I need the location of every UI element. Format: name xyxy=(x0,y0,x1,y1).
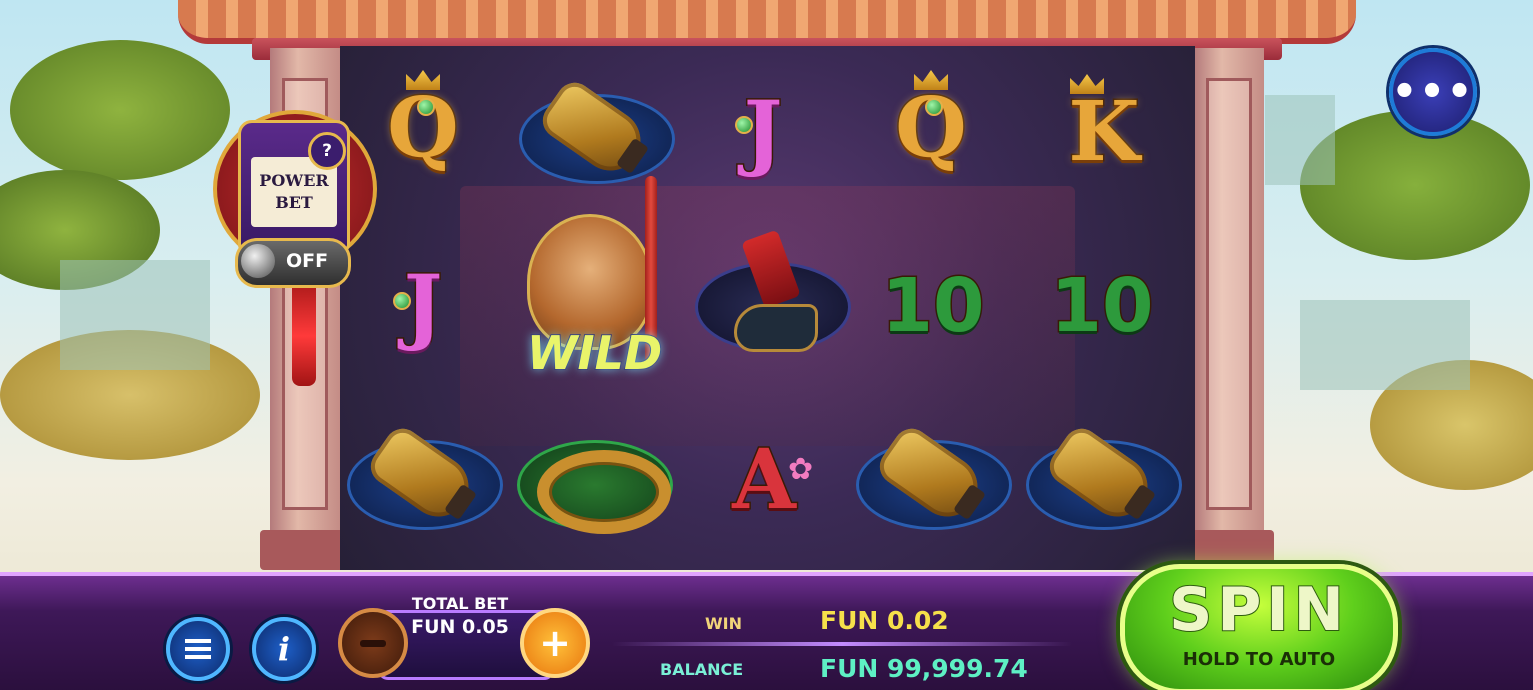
symbol-gauntlet xyxy=(1021,400,1182,560)
wild-label: WILD xyxy=(526,325,663,381)
lotus-icon: ✿ xyxy=(788,452,814,487)
spin-button[interactable]: SPIN HOLD TO AUTO xyxy=(1120,564,1398,690)
gem-icon xyxy=(393,292,411,310)
symbol-10: 10 xyxy=(853,226,1013,386)
gem-icon xyxy=(417,98,435,116)
win-value: FUN 0.02 xyxy=(820,606,949,635)
decrease-bet-button[interactable] xyxy=(338,608,408,678)
win-label: WIN xyxy=(705,614,742,633)
increase-bet-button[interactable]: + xyxy=(520,608,590,678)
balance-value: FUN 99,999.74 xyxy=(820,654,1028,683)
wild-symbol: WILD xyxy=(497,176,692,406)
info-icon: i xyxy=(277,630,291,668)
hamburger-icon xyxy=(185,639,211,659)
left-pine-tree xyxy=(10,40,230,180)
total-bet-label: TOTAL BET xyxy=(411,594,509,613)
gem-icon xyxy=(735,116,753,134)
symbol-letter: 10 xyxy=(880,263,986,349)
power-bet-panel: POWER BET ? OFF xyxy=(213,110,377,288)
left-pagoda xyxy=(60,260,210,370)
symbol-letter: A xyxy=(731,432,798,528)
right-pagoda xyxy=(1265,95,1335,185)
symbol-boot xyxy=(690,222,851,382)
symbol-10: 10 xyxy=(1022,226,1182,386)
game-scene: Q J Q K J WILD 10 10 A ✿ POWER BET ? OFF… xyxy=(0,0,1533,690)
crown-icon xyxy=(914,70,948,90)
symbol-q: Q xyxy=(851,48,1011,208)
spin-sublabel: HOLD TO AUTO xyxy=(1182,649,1336,670)
symbol-gauntlet xyxy=(342,400,503,560)
toggle-state-label: OFF xyxy=(286,250,329,272)
power-bet-toggle[interactable]: OFF xyxy=(235,238,351,288)
gem-icon xyxy=(925,98,943,116)
symbol-gauntlet xyxy=(851,400,1012,560)
help-icon[interactable]: ? xyxy=(308,132,346,170)
symbol-j: J xyxy=(683,52,843,212)
more-menu-button[interactable]: ••• xyxy=(1389,48,1477,136)
minus-icon xyxy=(360,639,386,647)
symbol-ring xyxy=(512,400,673,560)
toggle-knob xyxy=(241,244,275,278)
balance-label: BALANCE xyxy=(660,660,744,679)
symbol-k: K xyxy=(1024,52,1184,212)
menu-button[interactable] xyxy=(166,617,230,681)
symbol-a: A ✿ xyxy=(684,400,844,560)
crown-icon xyxy=(1070,74,1104,94)
symbol-letter: K xyxy=(1067,84,1141,180)
ring-icon xyxy=(537,450,671,534)
power-bet-label-line1: POWER xyxy=(259,171,329,190)
power-bet-label-line2: BET xyxy=(275,193,313,212)
plus-icon: + xyxy=(539,621,571,665)
crown-icon xyxy=(406,70,440,90)
boot-icon xyxy=(734,229,818,354)
info-button[interactable]: i xyxy=(252,617,316,681)
more-dots-icon: ••• xyxy=(1391,69,1475,115)
info-separator xyxy=(612,642,1072,646)
spin-label: SPIN xyxy=(1168,574,1349,646)
right-pillar xyxy=(1184,48,1274,570)
total-bet-value: FUN 0.05 xyxy=(411,616,509,638)
right-hall xyxy=(1300,300,1470,390)
symbol-letter: 10 xyxy=(1049,263,1155,349)
tassel-icon xyxy=(292,286,316,386)
